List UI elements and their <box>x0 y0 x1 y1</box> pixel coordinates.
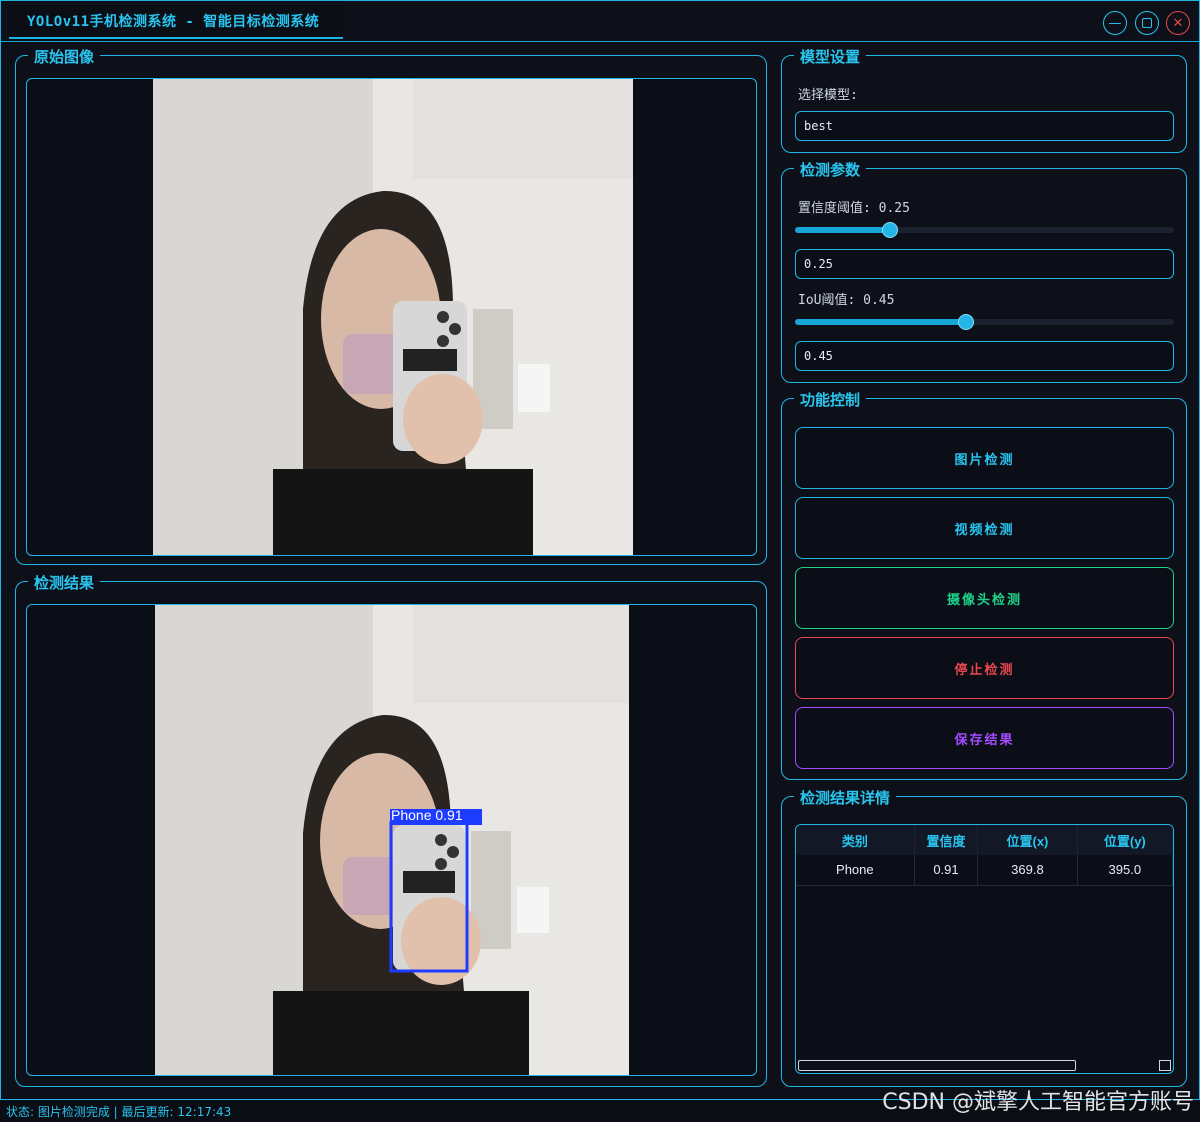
column-header-confidence[interactable]: 置信度 <box>914 825 979 855</box>
stop-detect-label: 停止检测 <box>954 662 1015 678</box>
save-result-label: 保存结果 <box>954 732 1015 748</box>
conf-slider-fill <box>795 227 890 233</box>
table-header-row: 类别 置信度 位置(x) 位置(y) <box>796 825 1173 855</box>
table-row[interactable]: Phone 0.91 369.8 395.0 <box>796 855 1173 886</box>
conf-input-value: 0.25 <box>804 257 833 271</box>
status-text: 状态: 图片检测完成 | 最后更新: 12:17:43 <box>6 1105 232 1119</box>
image-detect-button[interactable]: 图片检测 <box>795 427 1174 489</box>
title-tab: YOLOv11手机检测系统 - 智能目标检测系统 <box>9 5 343 39</box>
result-image-title: 检测结果 <box>28 572 101 593</box>
maximize-button[interactable] <box>1135 11 1159 35</box>
function-control-group: 功能控制 图片检测 视频检测 摄像头检测 停止检测 保存结果 <box>781 389 1187 780</box>
image-detect-label: 图片检测 <box>954 452 1015 468</box>
original-image-frame <box>26 78 757 556</box>
conf-slider-handle[interactable] <box>882 222 898 238</box>
video-detect-button[interactable]: 视频检测 <box>795 497 1174 559</box>
result-photo-art <box>155 605 629 1075</box>
model-settings-title: 模型设置 <box>794 46 867 67</box>
original-photo <box>153 79 633 555</box>
model-settings-group: 模型设置 选择模型: best <box>781 46 1187 153</box>
title-bar: YOLOv11手机检测系统 - 智能目标检测系统 — ✕ <box>1 1 1199 43</box>
result-image-group: 检测结果 Phone 0.91 <box>15 572 767 1087</box>
results-table[interactable]: 类别 置信度 位置(x) 位置(y) Phone 0.91 369.8 395.… <box>795 824 1174 1074</box>
cell-class: Phone <box>796 855 915 886</box>
conf-slider[interactable] <box>795 222 1174 238</box>
watermark: CSDN @斌擎人工智能官方账号 <box>882 1090 1194 1115</box>
model-select-label: 选择模型: <box>798 88 858 103</box>
iou-slider-handle[interactable] <box>958 314 974 330</box>
close-button[interactable]: ✕ <box>1166 11 1190 35</box>
original-photo-art <box>153 79 633 555</box>
detection-params-title: 检测参数 <box>794 159 867 180</box>
original-image-title: 原始图像 <box>28 46 101 67</box>
column-header-class[interactable]: 类别 <box>796 825 915 855</box>
minimize-button[interactable]: — <box>1103 11 1127 35</box>
horizontal-scrollbar[interactable] <box>796 1059 1173 1073</box>
column-header-x[interactable]: 位置(x) <box>977 825 1078 855</box>
function-control-title: 功能控制 <box>794 389 867 410</box>
conf-input[interactable]: 0.25 <box>795 249 1174 279</box>
camera-detect-label: 摄像头检测 <box>946 592 1022 608</box>
model-select-value: best <box>804 119 833 133</box>
cell-y: 395.0 <box>1077 855 1173 886</box>
detection-label: Phone 0.91 <box>391 807 463 823</box>
cell-x: 369.8 <box>977 855 1078 886</box>
scrollbar-thumb[interactable] <box>798 1060 1076 1071</box>
result-image-frame: Phone 0.91 <box>26 604 757 1076</box>
detection-details-title: 检测结果详情 <box>794 787 897 808</box>
close-icon: ✕ <box>1172 15 1184 31</box>
model-select[interactable]: best <box>795 111 1174 141</box>
cell-confidence: 0.91 <box>914 855 979 886</box>
original-image-group: 原始图像 <box>15 46 767 565</box>
iou-input[interactable]: 0.45 <box>795 341 1174 371</box>
iou-slider[interactable] <box>795 314 1174 330</box>
conf-label: 置信度阈值: 0.25 <box>798 201 910 216</box>
stop-detect-button[interactable]: 停止检测 <box>795 637 1174 699</box>
scrollbar-corner <box>1159 1060 1171 1071</box>
camera-detect-button[interactable]: 摄像头检测 <box>795 567 1174 629</box>
save-result-button[interactable]: 保存结果 <box>795 707 1174 769</box>
detection-details-group: 检测结果详情 类别 置信度 位置(x) 位置(y) Phone 0.91 369… <box>781 787 1187 1087</box>
result-photo: Phone 0.91 <box>155 605 629 1075</box>
minimize-icon: — <box>1108 15 1122 31</box>
detection-params-group: 检测参数 置信度阈值: 0.25 0.25 IoU阈值: 0.45 0.45 <box>781 159 1187 383</box>
iou-slider-fill <box>795 319 966 325</box>
video-detect-label: 视频检测 <box>954 522 1015 538</box>
app-window: YOLOv11手机检测系统 - 智能目标检测系统 — ✕ 原始图像 检测结果 P… <box>0 0 1200 1100</box>
title-divider <box>1 41 1199 42</box>
iou-label: IoU阈值: 0.45 <box>798 293 895 308</box>
window-title: YOLOv11手机检测系统 - 智能目标检测系统 <box>27 14 320 30</box>
column-header-y[interactable]: 位置(y) <box>1077 825 1173 855</box>
maximize-icon <box>1142 18 1152 28</box>
iou-input-value: 0.45 <box>804 349 833 363</box>
